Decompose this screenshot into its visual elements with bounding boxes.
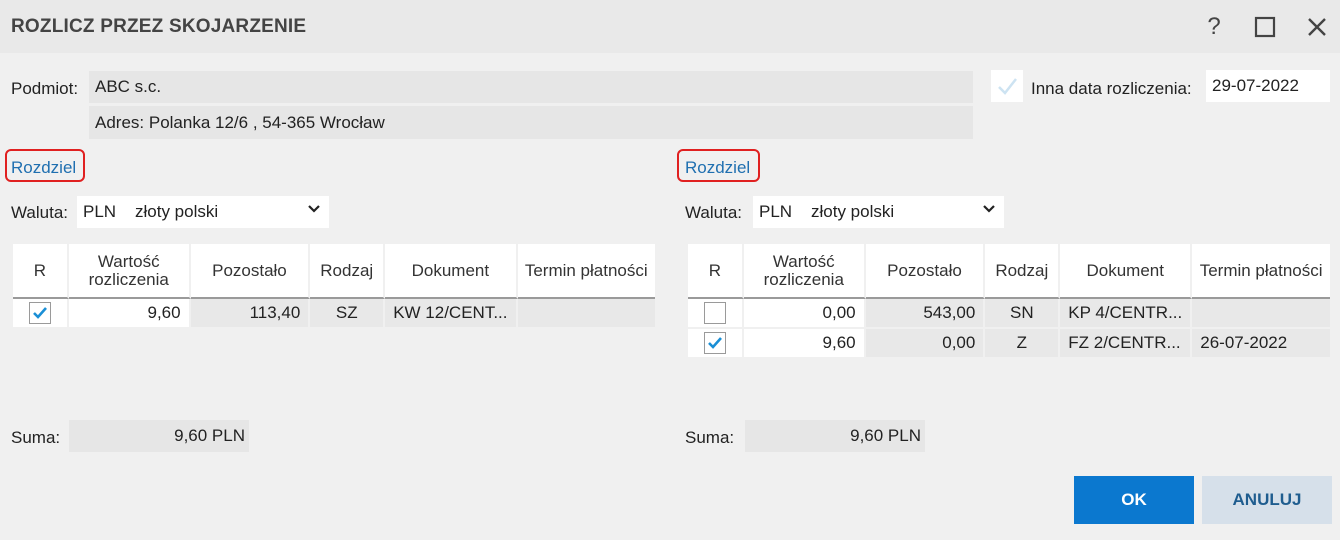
table-row[interactable]: 9,60 113,40 SZ KW 12/CENT...	[13, 299, 655, 329]
address-field: Adres: Polanka 12/6 , 54-365 Wrocław	[89, 106, 973, 139]
chevron-down-icon	[307, 202, 321, 219]
inna-data-label: Inna data rozliczenia:	[1031, 79, 1192, 98]
inna-data-input[interactable]: 29-07-2022	[1206, 70, 1330, 102]
chevron-down-icon	[982, 202, 996, 219]
col-header[interactable]: Pozostało	[865, 244, 986, 299]
help-icon[interactable]: ?	[1199, 12, 1229, 42]
table-row[interactable]: 9,60 0,00 Z FZ 2/CENTR... 26-07-2022	[688, 329, 1330, 359]
suma-field: 9,60 PLN	[69, 420, 249, 452]
rodzaj-cell: SZ	[310, 299, 386, 329]
row-checkbox-cell[interactable]	[688, 299, 744, 329]
col-header[interactable]: Wartość rozliczenia	[68, 244, 191, 299]
col-header[interactable]: Dokument	[1060, 244, 1193, 299]
title-bar: ROZLICZ PRZEZ SKOJARZENIE ?	[0, 0, 1340, 53]
check-icon	[33, 307, 47, 319]
row-checkbox[interactable]	[703, 302, 726, 324]
dokument-cell: FZ 2/CENTR...	[1060, 329, 1193, 359]
rozdziel-link[interactable]: Rozdziel	[11, 158, 76, 178]
left-table: R Wartość rozliczenia Pozostało Rodzaj D…	[13, 244, 655, 329]
dokument-cell: KP 4/CENTR...	[1060, 299, 1193, 329]
currency-name: złoty polski	[135, 202, 219, 221]
rodzaj-cell: SN	[985, 299, 1061, 329]
col-header[interactable]: Dokument	[385, 244, 518, 299]
podmiot-field: ABC s.c.	[89, 71, 973, 103]
currency-select[interactable]: PLN złoty polski	[77, 196, 329, 228]
pozostalo-cell: 543,00	[865, 299, 986, 329]
rozdziel-link[interactable]: Rozdziel	[685, 158, 750, 178]
maximize-icon[interactable]	[1250, 12, 1280, 42]
right-table: R Wartość rozliczenia Pozostało Rodzaj D…	[688, 244, 1330, 359]
termin-cell	[1192, 299, 1330, 329]
col-header[interactable]: Wartość rozliczenia	[743, 244, 866, 299]
row-checkbox[interactable]	[703, 332, 726, 354]
col-header[interactable]: Rodzaj	[310, 244, 386, 299]
podmiot-label: Podmiot:	[11, 79, 79, 98]
check-icon	[998, 78, 1017, 95]
col-header[interactable]: Pozostało	[190, 244, 311, 299]
suma-label: Suma:	[11, 428, 61, 447]
cancel-button[interactable]: ANULUJ	[1202, 476, 1332, 524]
table-row[interactable]: 0,00 543,00 SN KP 4/CENTR...	[688, 299, 1330, 329]
wartosc-cell[interactable]: 9,60	[743, 329, 866, 359]
waluta-label: Waluta:	[685, 203, 743, 222]
wartosc-cell[interactable]: 9,60	[68, 299, 191, 329]
currency-code: PLN	[759, 202, 793, 221]
col-header[interactable]: Termin płatności	[1192, 244, 1330, 299]
row-checkbox-cell[interactable]	[688, 329, 744, 359]
termin-cell	[517, 299, 655, 329]
rodzaj-cell: Z	[985, 329, 1061, 359]
pozostalo-cell: 113,40	[190, 299, 311, 329]
currency-name: złoty polski	[811, 202, 895, 221]
currency-code: PLN	[83, 202, 117, 221]
col-header[interactable]: Rodzaj	[985, 244, 1061, 299]
row-checkbox[interactable]	[28, 302, 51, 324]
col-header[interactable]: R	[13, 244, 69, 299]
window-title: ROZLICZ PRZEZ SKOJARZENIE	[11, 16, 307, 37]
suma-field: 9,60 PLN	[745, 420, 925, 452]
table-header-row: R Wartość rozliczenia Pozostało Rodzaj D…	[688, 244, 1330, 299]
dokument-cell: KW 12/CENT...	[385, 299, 518, 329]
row-checkbox-cell[interactable]	[13, 299, 69, 329]
pozostalo-cell: 0,00	[865, 329, 986, 359]
suma-label: Suma:	[685, 428, 735, 447]
col-header[interactable]: R	[688, 244, 744, 299]
currency-select[interactable]: PLN złoty polski	[753, 196, 1004, 228]
inna-data-checkbox[interactable]	[991, 70, 1023, 102]
col-header[interactable]: Termin płatności	[517, 244, 655, 299]
waluta-label: Waluta:	[11, 203, 69, 222]
close-icon[interactable]	[1302, 12, 1332, 42]
termin-cell: 26-07-2022	[1192, 329, 1330, 359]
wartosc-cell[interactable]: 0,00	[743, 299, 866, 329]
table-header-row: R Wartość rozliczenia Pozostało Rodzaj D…	[13, 244, 655, 299]
ok-button[interactable]: OK	[1074, 476, 1194, 524]
check-icon	[708, 337, 722, 349]
